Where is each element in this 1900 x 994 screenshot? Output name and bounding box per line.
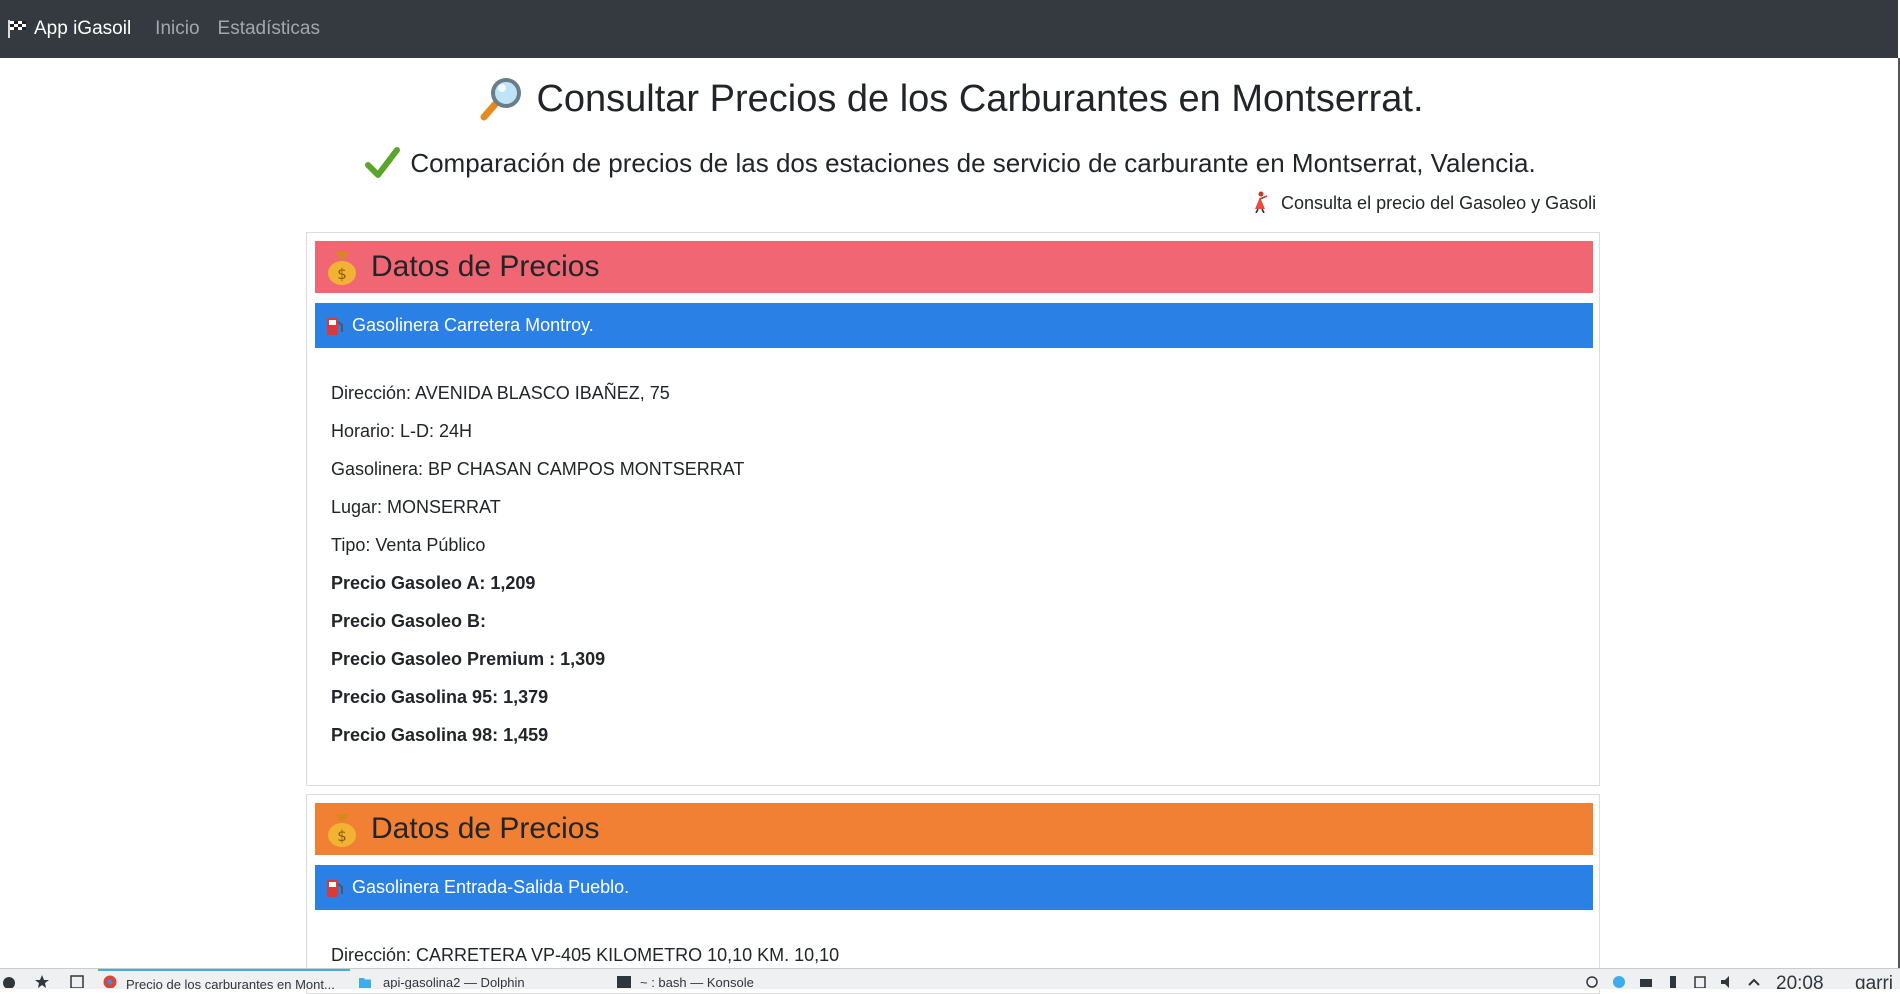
price-card-2: $ Datos de Precios Gasolinera Entrada-Sa…	[306, 794, 1600, 994]
navbar-brand[interactable]: App iGasoil	[6, 18, 131, 40]
volume-icon[interactable]	[1720, 974, 1734, 988]
fuel-pump-icon	[327, 317, 343, 335]
price-gasoleo-premium: Precio Gasoleo Premium : 1,309	[331, 649, 606, 669]
money-bag-icon: $	[328, 814, 356, 847]
taskbar-clock[interactable]: 20:08	[1776, 969, 1824, 989]
app-launcher-icon[interactable]	[2, 974, 16, 988]
card-header-title: Datos de Precios	[371, 812, 600, 845]
station-name-bar: Gasolinera Entrada-Salida Pueblo.	[315, 865, 1593, 910]
star-icon[interactable]	[35, 974, 49, 988]
subtitle-text: Comparación de precios de las dos estaci…	[410, 147, 1536, 178]
system-tray-icon[interactable]	[1585, 974, 1599, 988]
nav-link-estadisticas[interactable]: Estadísticas	[218, 18, 320, 40]
taskbar-task-dolphin[interactable]: api-gasolina2 — Dolphin	[355, 969, 617, 989]
station-name: Gasolinera Entrada-Salida Pueblo.	[352, 877, 630, 897]
price-gasolina-98: Precio Gasolina 98: 1,459	[331, 725, 549, 745]
scrolling-marquee: Consulta el precio del Gasoleo y Gasolin…	[1250, 190, 1595, 216]
usb-icon[interactable]	[1666, 974, 1680, 988]
station-name: Gasolinera Carretera Montroy.	[352, 315, 594, 335]
clipboard-icon[interactable]	[1693, 974, 1707, 988]
station-name-bar: Gasolinera Carretera Montroy.	[315, 303, 1593, 348]
brand-label: App iGasoil	[34, 18, 132, 39]
subtitle-row: Comparación de precios de las dos estaci…	[0, 142, 1900, 184]
info-horario: Horario: L-D: 24H	[331, 421, 473, 441]
os-taskbar: Precio de los carburantes en Mont... api…	[0, 968, 1900, 989]
info-lugar: Lugar: MONSERRAT	[331, 497, 501, 517]
price-gasolina-95: Precio Gasolina 95: 1,379	[331, 687, 549, 707]
update-icon[interactable]	[1612, 974, 1626, 988]
nav-link-inicio[interactable]: Inicio	[155, 18, 199, 40]
price-card-1: $ Datos de Precios Gasolinera Carretera …	[306, 232, 1600, 786]
checkered-flag-icon	[8, 20, 26, 38]
station-info-list: Dirección: AVENIDA BLASCO IBAÑEZ, 75 Hor…	[331, 380, 744, 760]
svg-text:$: $	[337, 265, 347, 283]
info-tipo: Tipo: Venta Público	[331, 535, 486, 555]
marquee-text: Consulta el precio del Gasoleo y Gasolin…	[1281, 193, 1595, 213]
svg-text:$: $	[337, 827, 347, 845]
card-header-title: Datos de Precios	[371, 250, 600, 283]
printer-icon[interactable]	[1639, 974, 1653, 988]
info-direccion: Dirección: AVENIDA BLASCO IBAÑEZ, 75	[331, 383, 670, 403]
card-header: $ Datos de Precios	[315, 803, 1593, 855]
price-gasoleo-a: Precio Gasoleo A: 1,209	[331, 573, 536, 593]
desktop-icon[interactable]	[70, 974, 84, 988]
info-gasolinera: Gasolinera: BP CHASAN CAMPOS MONTSERRAT	[331, 459, 745, 479]
fuel-pump-icon	[327, 879, 343, 897]
money-bag-icon: $	[328, 252, 356, 285]
card-header: $ Datos de Precios	[315, 241, 1593, 293]
taskbar-task-browser[interactable]: Precio de los carburantes en Mont...	[98, 969, 350, 989]
magnifying-glass-icon	[480, 78, 522, 121]
check-mark-icon	[365, 147, 401, 178]
page-title: Consultar Precios de los Carburantes en …	[536, 77, 1424, 120]
price-gasoleo-b: Precio Gasoleo B:	[331, 611, 487, 631]
dancer-icon	[1255, 191, 1268, 214]
chevron-up-icon[interactable]	[1747, 974, 1761, 988]
taskbar-user[interactable]: garri	[1855, 969, 1893, 989]
top-navbar: App iGasoil Inicio Estadísticas	[0, 0, 1900, 58]
taskbar-task-konsole[interactable]: ~ : bash — Konsole	[612, 969, 862, 989]
page-title-row: Consultar Precios de los Carburantes en …	[0, 68, 1900, 130]
